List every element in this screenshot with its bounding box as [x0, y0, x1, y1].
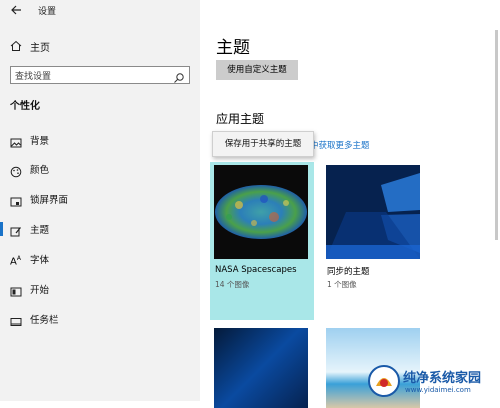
watermark-logo: 纯净系统家园 www.yidaimei.com: [365, 362, 500, 401]
sidebar-item-label: 字体: [30, 255, 50, 266]
home-icon: [10, 37, 22, 56]
theme-name: 同步的主题: [327, 267, 370, 277]
theme-image-count: 1 个图像: [327, 280, 357, 289]
sidebar-item-label: 主题: [30, 225, 50, 236]
sidebar-item-lockscreen[interactable]: 锁屏界面: [0, 188, 200, 210]
main-content: 主题 使用自定义主题 应用主题 中获取更多主题 NASA Spacescapes…: [200, 0, 500, 408]
theme-thumbnail: [214, 328, 308, 408]
lockscreen-icon: [10, 193, 22, 207]
watermark-name: 纯净系统家园: [403, 371, 482, 386]
get-more-themes-link[interactable]: 中获取更多主题: [310, 139, 370, 151]
sidebar-item-themes[interactable]: 主题: [0, 218, 200, 240]
home-label: 主页: [30, 42, 50, 54]
sidebar-item-start[interactable]: 开始: [0, 278, 200, 300]
sidebar-item-colors[interactable]: 颜色: [0, 158, 200, 180]
theme-image-count: 14 个图像: [215, 280, 250, 289]
image-icon: [10, 134, 22, 148]
sidebar-item-label: 任务栏: [30, 315, 59, 326]
active-indicator: [0, 222, 3, 236]
search-icon[interactable]: [173, 69, 185, 83]
page-title: 主题: [216, 38, 250, 58]
sidebar-item-fonts[interactable]: AA 字体: [0, 248, 200, 270]
brush-icon: [10, 223, 22, 237]
theme-tile-sync[interactable]: 同步的主题 1 个图像: [322, 162, 426, 292]
theme-tile-nasa[interactable]: NASA Spacescapes 14 个图像: [210, 162, 314, 320]
sidebar-item-label: 背景: [30, 136, 50, 147]
sidebar-item-label: 锁屏界面: [30, 195, 69, 206]
apply-theme-heading: 应用主题: [216, 112, 265, 126]
theme-name: NASA Spacescapes: [215, 265, 297, 275]
custom-theme-button[interactable]: 使用自定义主题: [216, 60, 298, 80]
back-arrow-icon[interactable]: [9, 3, 23, 17]
sidebar: 设置 主页 查找设置 个性化 背景 颜色 锁屏界面 主题 AA 字体 开始 任务…: [0, 0, 200, 401]
watermark-icon: [368, 365, 400, 397]
sidebar-item-label: 颜色: [30, 165, 50, 176]
home-nav-item[interactable]: 主页: [10, 37, 50, 56]
sidebar-item-taskbar[interactable]: 任务栏: [0, 308, 200, 330]
search-input[interactable]: 查找设置: [10, 66, 190, 84]
font-icon: AA: [10, 255, 21, 268]
palette-icon: [10, 163, 22, 178]
tooltip[interactable]: 保存用于共享的主题: [212, 131, 314, 157]
theme-tile-windows[interactable]: [210, 325, 314, 408]
window-title: 设置: [38, 7, 57, 17]
search-placeholder: 查找设置: [15, 72, 52, 82]
section-title: 个性化: [10, 101, 40, 112]
sidebar-item-label: 开始: [30, 285, 50, 296]
theme-thumbnail: [326, 165, 420, 259]
sidebar-item-background[interactable]: 背景: [0, 129, 200, 151]
theme-thumbnail: [214, 165, 308, 259]
taskbar-icon: [10, 313, 22, 326]
start-icon: [10, 283, 22, 297]
watermark-url: www.yidaimei.com: [405, 386, 471, 394]
scrollbar[interactable]: [495, 30, 498, 240]
